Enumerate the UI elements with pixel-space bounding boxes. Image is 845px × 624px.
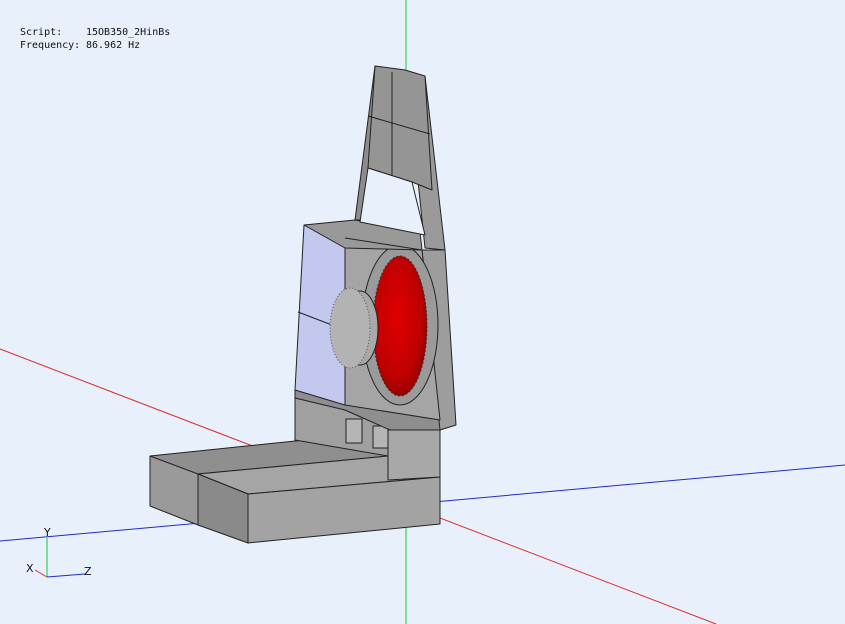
frequency-label: Frequency:	[20, 40, 81, 51]
frequency-value: 86.962 Hz	[86, 40, 141, 51]
triad-label-y: Y	[43, 526, 51, 539]
lower-slot-2	[372, 425, 390, 449]
magnet-front	[329, 287, 371, 369]
script-row: Script: 15OB350_2HinBs	[20, 26, 170, 39]
3d-viewport[interactable]: Y X Z	[0, 0, 845, 624]
script-value: 15OB350_2HinBs	[86, 27, 171, 38]
lower-block-front	[387, 424, 441, 481]
driver-cone	[372, 255, 428, 397]
info-overlay: Script: 15OB350_2HinBs Frequency: 86.962 H…	[20, 26, 170, 52]
frequency-row: Frequency: 86.962 Hz	[20, 39, 170, 52]
triad-label-z: Z	[84, 565, 92, 578]
enclosure-model[interactable]	[149, 65, 457, 544]
triad-label-x: X	[26, 562, 34, 575]
script-label: Script:	[20, 27, 63, 38]
lower-slot-1	[345, 418, 363, 444]
